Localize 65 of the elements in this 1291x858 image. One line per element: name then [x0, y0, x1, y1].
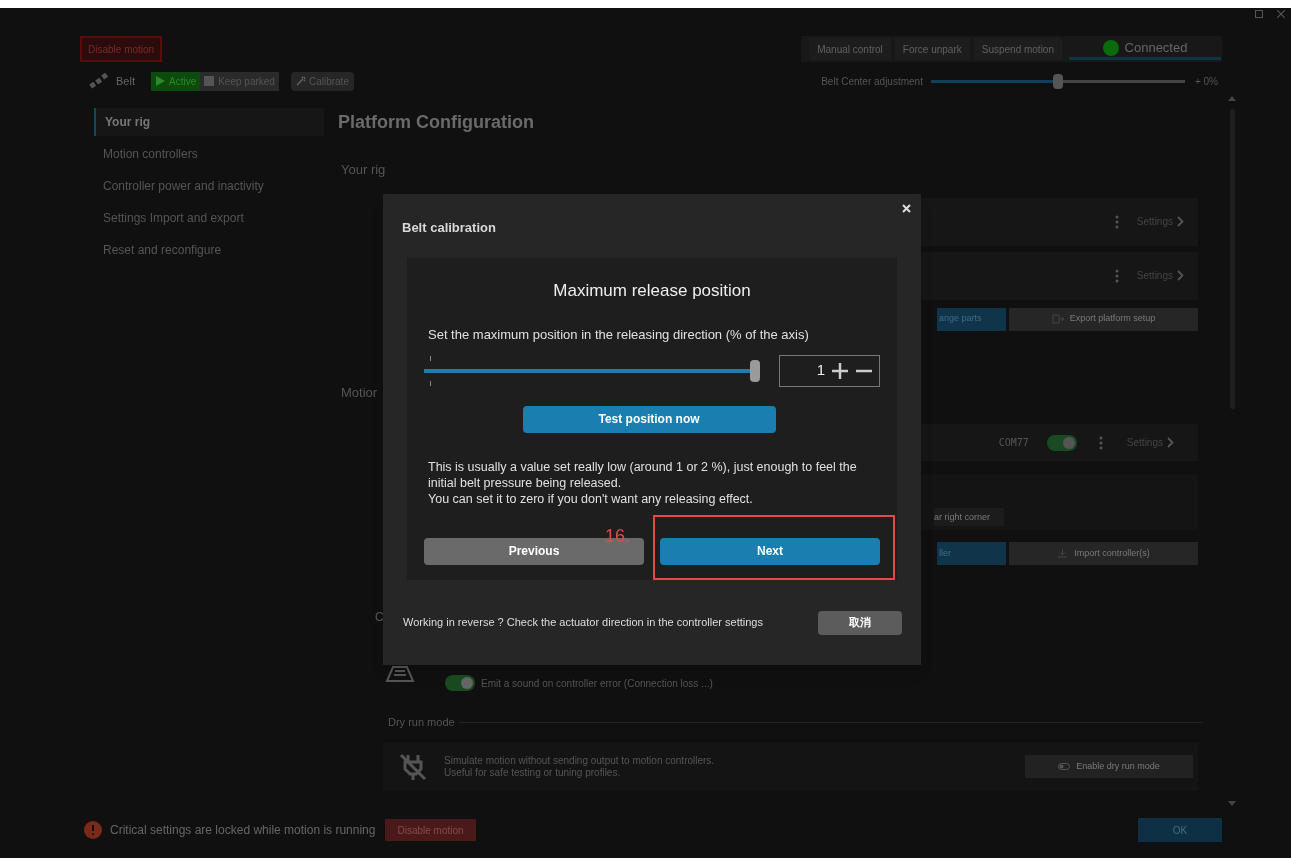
disable-motion-button[interactable]: Disable motion — [80, 36, 163, 62]
page-title: Platform Configuration — [338, 111, 535, 134]
scroll-up-icon[interactable] — [1228, 96, 1236, 101]
action-button[interactable]: Manual control — [809, 38, 891, 60]
sidebar-item[interactable]: Settings Import and export — [94, 204, 324, 232]
toggle-switch[interactable] — [1046, 434, 1077, 451]
sidebar-item[interactable]: Reset and reconfigure — [94, 236, 324, 264]
stop-icon — [204, 76, 215, 86]
next-button[interactable]: Next — [660, 537, 880, 565]
port-label: COM77 — [998, 436, 1029, 450]
action-button[interactable]: Suspend motion — [973, 38, 1062, 60]
export-button[interactable]: Export platform setup — [1009, 307, 1198, 331]
test-position-button[interactable]: Test position now — [522, 405, 776, 433]
more-icon[interactable] — [1114, 268, 1119, 283]
slider-track[interactable] — [424, 355, 760, 386]
sidebar-item[interactable]: Controller power and inactivity — [94, 172, 324, 200]
slider-reading: + 0% — [1194, 74, 1218, 89]
description-line: Simulate motion without sending output to motion controllers. — [444, 754, 715, 767]
play-icon — [154, 76, 165, 86]
scrollbar[interactable] — [1228, 96, 1236, 806]
section-heading: Motior — [341, 383, 379, 402]
wand-icon — [295, 76, 306, 86]
ok-button[interactable]: OK — [1138, 818, 1222, 842]
sidebar-item[interactable]: Your rig — [94, 108, 324, 136]
more-icon[interactable] — [1114, 214, 1119, 229]
info-icon — [84, 821, 102, 839]
connection-status: Connected — [1124, 38, 1188, 57]
step-title: Maximum release position — [552, 279, 752, 302]
chevron-right-icon — [1167, 437, 1174, 448]
description-line: Useful for safe testing or tuning profiles. — [444, 766, 622, 779]
chevron-right-icon — [1177, 216, 1184, 227]
help-text: This is usually a value set really low (around 1 or 2 %), just enough to feel the initial belt pressure being released. You can set it to zero if you don't want any releasing effect. — [428, 458, 858, 507]
section-heading: Your rig — [341, 161, 387, 179]
toggle-icon — [1058, 763, 1071, 770]
slider-thumb[interactable] — [1052, 73, 1063, 89]
disable-motion-button[interactable]: Disable motion — [385, 819, 476, 841]
chain-icon — [88, 72, 110, 90]
maximize-icon[interactable] — [1255, 10, 1263, 18]
value-stepper[interactable]: 1 — [779, 354, 880, 387]
import-button[interactable]: Import controller(s) — [1009, 542, 1198, 565]
toggle-switch[interactable] — [445, 675, 475, 691]
device-label: Belt — [116, 73, 135, 89]
action-button[interactable]: Force unpark — [894, 38, 970, 60]
export-icon — [1051, 314, 1064, 324]
scroll-down-icon[interactable] — [1228, 801, 1236, 806]
dry-run-button[interactable]: Enable dry run mode — [1025, 755, 1193, 778]
slider-label: Belt Center adjustment — [821, 74, 923, 89]
cancel-button[interactable]: 取消 — [818, 610, 902, 635]
hint-text: ar right corner — [934, 508, 1004, 526]
option-label: Emit a sound on controller error (Connection loss ...) — [481, 676, 713, 691]
prompt-text: Set the maximum position in the releasing direction (% of the axis) — [428, 326, 810, 344]
more-icon[interactable] — [1098, 435, 1103, 450]
chevron-right-icon — [1177, 270, 1184, 281]
sidebar-item[interactable]: Motion controllers — [94, 140, 324, 168]
section-heading: C — [375, 609, 384, 626]
reverse-hint: Working in reverse ? Check the actuator direction in the controller settings — [403, 615, 763, 631]
lock-message: Critical settings are locked while motion is running — [110, 822, 376, 839]
unplugged-icon — [398, 751, 428, 782]
dialog-title: Belt calibration — [402, 219, 497, 237]
import-icon — [1057, 548, 1069, 559]
mode-tab[interactable]: Active — [150, 71, 201, 91]
plus-icon[interactable] — [831, 361, 849, 380]
slider-thumb[interactable] — [750, 359, 760, 382]
section-heading: Dry run mode — [388, 715, 455, 730]
slider-track[interactable] — [930, 73, 1185, 89]
